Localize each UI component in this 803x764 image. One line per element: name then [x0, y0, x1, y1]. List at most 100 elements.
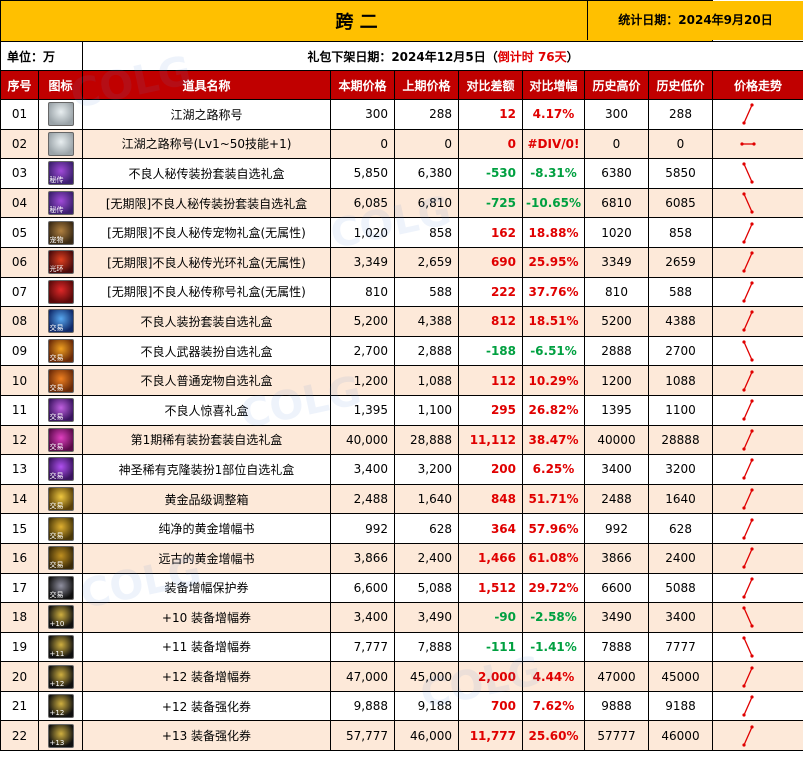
historical-high: 9888 [584, 690, 649, 722]
price-change-percent: 38.47% [522, 424, 585, 456]
price-difference: 1,466 [458, 542, 523, 574]
historical-low: 2400 [648, 542, 713, 574]
price-difference: 700 [458, 690, 523, 722]
historical-high: 1200 [584, 365, 649, 396]
previous-price: 6,380 [394, 158, 459, 189]
price-trend-cell [712, 572, 803, 604]
price-difference: 848 [458, 483, 523, 515]
current-price: 6,085 [330, 187, 395, 219]
current-price: 47,000 [330, 661, 395, 692]
historical-high: 1020 [584, 217, 649, 248]
item-name: 不良人惊喜礼盒 [82, 394, 331, 426]
title-icon [47, 131, 74, 156]
price-trend-cell [712, 602, 803, 633]
icon-cell [38, 128, 83, 160]
previous-price: 628 [394, 513, 459, 544]
row-number: 03 [0, 158, 39, 189]
historical-low: 858 [648, 217, 713, 248]
previous-price: 5,088 [394, 572, 459, 604]
icon-cell: 交易 [38, 365, 83, 396]
historical-low: 288 [648, 99, 713, 130]
trend-point [742, 340, 746, 344]
table-row: 14 交易 黄金品级调整箱 2,488 1,640 848 51.71% 2488 1640 [0, 483, 803, 515]
icon-tag: 交易 [49, 413, 64, 422]
current-price: 57,777 [330, 720, 395, 752]
price-difference: 112 [458, 365, 523, 396]
item-name: +10 装备增幅券 [82, 602, 331, 633]
trend-up-icon [742, 577, 754, 599]
price-change-percent: -1.41% [522, 631, 585, 663]
row-number: 16 [0, 542, 39, 574]
icon-tag: +13 [49, 738, 65, 747]
previous-price: 46,000 [394, 720, 459, 752]
price-difference: 364 [458, 513, 523, 544]
trend-point [750, 725, 754, 729]
row-number: 05 [0, 217, 39, 248]
column-header: 序号 [0, 70, 39, 100]
weapon-box-icon: 交易 [47, 339, 74, 364]
icon-tag: 交易 [49, 442, 64, 451]
historical-low: 28888 [648, 424, 713, 456]
table-row: 18 +10 +10 装备增幅券 3,400 3,490 -90 -2.58% 3490 340… [0, 602, 803, 633]
price-trend-cell [712, 513, 803, 544]
icon-tag: 交易 [49, 472, 64, 481]
title-icon [47, 102, 74, 127]
previous-price: 1,088 [394, 365, 459, 396]
price-difference: 162 [458, 217, 523, 248]
current-price: 6,600 [330, 572, 395, 604]
column-header: 对比增幅 [522, 70, 585, 100]
price-difference: -530 [458, 158, 523, 189]
price-change-percent: 26.82% [522, 394, 585, 426]
price-trend-cell [712, 690, 803, 722]
icon-tag: +10 [49, 620, 65, 629]
trend-down-icon [742, 162, 754, 185]
historical-high: 3400 [584, 454, 649, 485]
historical-high: 810 [584, 276, 649, 308]
trend-down-icon [742, 636, 754, 658]
trend-line [743, 608, 753, 627]
previous-price: 2,400 [394, 542, 459, 574]
item-name: 第1期稀有装扮套装自选礼盒 [82, 424, 331, 456]
item-name: +12 装备强化券 [82, 690, 331, 722]
price-change-percent: -6.51% [522, 335, 585, 367]
price-trend-cell [712, 631, 803, 663]
price-difference: 1,512 [458, 572, 523, 604]
trend-up-icon [742, 310, 754, 333]
historical-low: 5850 [648, 158, 713, 189]
table-row: 07 [无期限]不良人秘传称号礼盒(无属性) 810 588 222 37.76% 810 5… [0, 276, 803, 308]
price-difference: 12 [458, 99, 523, 130]
trend-point [740, 142, 744, 146]
price-trend-cell [712, 187, 803, 219]
historical-high: 3490 [584, 602, 649, 633]
trend-line [743, 282, 753, 302]
trend-up-icon [742, 429, 754, 451]
previous-price: 9,188 [394, 690, 459, 722]
historical-low: 2700 [648, 335, 713, 367]
historical-high: 1395 [584, 394, 649, 426]
column-header: 对比差额 [458, 70, 523, 100]
trend-line [743, 400, 753, 420]
trend-line [743, 548, 753, 568]
trend-up-icon [742, 695, 754, 717]
row-number: 10 [0, 365, 39, 396]
row-number: 15 [0, 513, 39, 544]
item-name: [无期限]不良人秘传宠物礼盒(无属性) [82, 217, 331, 248]
price-trend-cell [712, 246, 803, 278]
previous-price: 3,490 [394, 602, 459, 633]
previous-price: 4,388 [394, 306, 459, 337]
amplify-ticket-icon: +11 [47, 634, 74, 659]
gift-box-icon: 交易 [47, 398, 74, 423]
trend-line [743, 371, 753, 390]
trend-up-icon [742, 547, 754, 569]
historical-high: 6380 [584, 158, 649, 189]
trend-line [743, 312, 753, 331]
icon-tag: 交易 [49, 531, 64, 540]
price-change-percent: 61.08% [522, 542, 585, 574]
current-price: 7,777 [330, 631, 395, 663]
trend-point [742, 447, 746, 451]
row-number: 14 [0, 483, 39, 515]
row-number: 21 [0, 690, 39, 722]
price-difference: -111 [458, 631, 523, 663]
row-number: 07 [0, 276, 39, 308]
item-name: 不良人武器装扮自选礼盒 [82, 335, 331, 367]
